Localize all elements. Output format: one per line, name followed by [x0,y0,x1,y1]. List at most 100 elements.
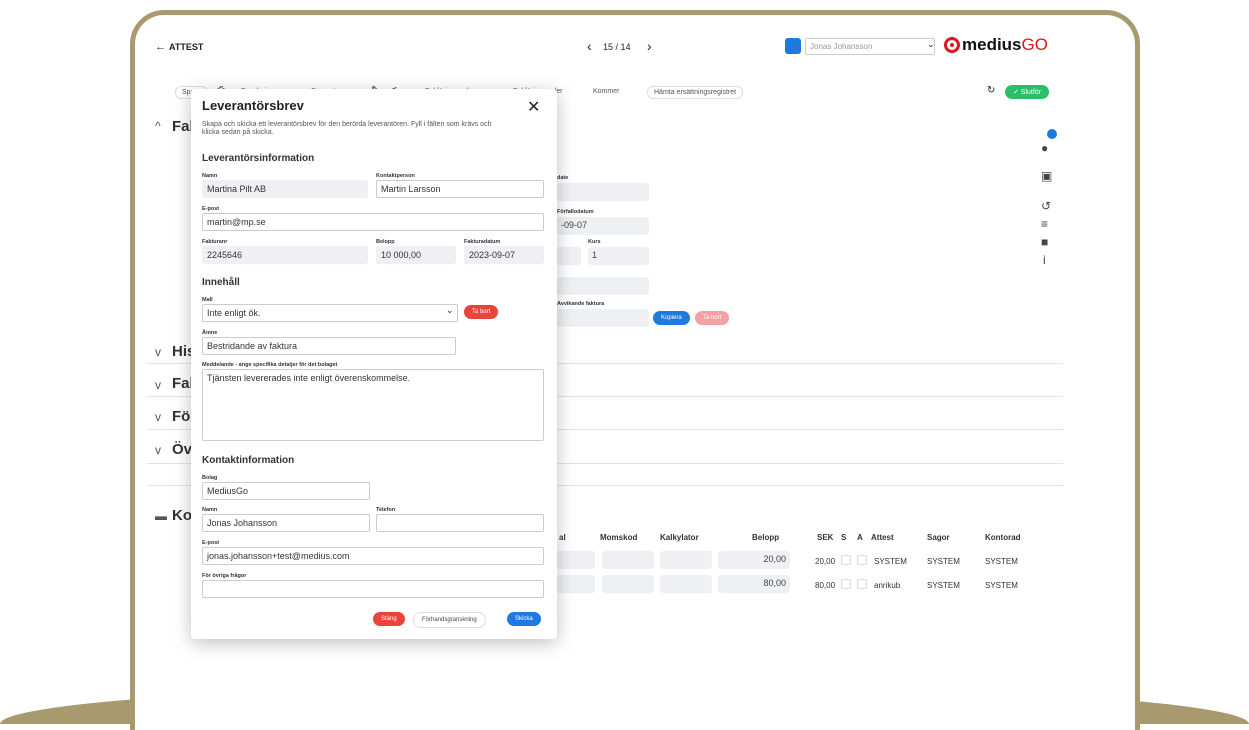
chevron-up-icon[interactable]: ^ [155,119,161,133]
info-icon[interactable]: i [1043,253,1046,267]
cell-kontorad: SYSTEM [985,581,1018,590]
supplier-letter-dialog: Leverantörsbrev ✕ Skapa och skicka ett l… [191,89,557,639]
invoice-number-field: 2245646 [202,246,368,264]
cell[interactable] [602,551,654,569]
next-icon[interactable]: › [647,38,652,54]
contact-section-heading: Kontaktinformation [202,455,295,466]
table-header: Kontorad [985,533,1021,542]
label-contact-email: E-post [202,540,220,546]
cell-amount[interactable]: 80,00 [718,575,790,593]
template-select[interactable]: Inte enligt ök. [202,304,458,322]
table-header: Attest [871,533,894,542]
pager-label: 15 / 14 [603,42,631,52]
chevron-down-icon[interactable]: v [155,378,161,392]
toolbar-comment-button[interactable]: Kommer [587,86,626,97]
preview-button[interactable]: Förhandsgranskning [413,612,486,628]
bg-label-date: date [557,175,569,181]
close-button[interactable]: Stäng [373,612,405,626]
bg-field [557,277,649,295]
checkbox[interactable] [841,579,851,589]
contact-person-input[interactable]: Martin Larsson [376,180,544,198]
subject-input[interactable]: Bestridande av faktura [202,337,456,355]
template-remove-button[interactable]: Ta bort [464,305,499,319]
table-header: SEK [817,533,834,542]
user-select[interactable]: Jonas Johansson [805,38,935,55]
content-section-heading: Innehåll [202,277,240,288]
cell-sek: 80,00 [815,581,836,590]
bg-field [557,247,581,265]
cell[interactable] [660,575,712,593]
questions-input[interactable] [202,580,544,598]
table-header: Momskod [600,533,638,542]
close-icon[interactable]: ✕ [527,97,540,117]
table-header: S [841,533,847,542]
notification-badge [1047,129,1057,139]
cell[interactable] [557,551,595,569]
label-contact-name: Namn [202,507,218,513]
section-other[interactable]: Öv [172,441,192,458]
company-input[interactable]: MediusGo [202,482,370,500]
bg-label-deviating: Avvikande faktura [557,301,605,307]
approve-button[interactable]: ✓ Slutför [1005,85,1050,99]
refresh-icon[interactable]: ↻ [987,85,995,96]
table-header: A [857,533,863,542]
cell[interactable] [660,551,712,569]
chat-icon[interactable]: ● [1041,141,1048,155]
checkbox[interactable] [841,555,851,565]
bg-field-due: -09-07 [557,217,649,235]
cell-sagor: SYSTEM [927,581,960,590]
message-textarea[interactable]: Tjänsten levererades inte enligt överens… [202,369,544,441]
contact-name-input[interactable]: Jonas Johansson [202,514,370,532]
cell-kontorad: SYSTEM [985,557,1018,566]
chevron-down-icon[interactable]: v [155,410,161,424]
prev-icon[interactable]: ‹ [587,38,592,54]
dialog-title: Leverantörsbrev [202,98,304,113]
table-header: Kalkylator [660,533,699,542]
table-header: al [559,533,566,542]
label-name: Namn [202,173,218,179]
chevron-down-icon[interactable]: v [155,345,161,359]
user-icon [785,38,801,54]
list-icon[interactable]: ≡ [1041,217,1048,231]
cell-attest: SYSTEM [874,557,907,566]
label-email: E-post [202,206,220,212]
supplier-email-input[interactable]: martin@mp.se [202,213,544,231]
bg-field-rate: 1 [588,247,649,265]
send-button[interactable]: Skicka [507,612,541,626]
cell-amount[interactable]: 20,00 [718,551,790,569]
document-icon[interactable]: ▣ [1041,169,1052,183]
contact-email-input[interactable]: jonas.johansson+test@medius.com [202,547,544,565]
table-header: Sagor [927,533,950,542]
bg-field [557,183,649,201]
copy-button[interactable]: Kopiera [653,311,690,325]
folder-icon[interactable]: ■ [1041,235,1048,249]
phone-input[interactable] [376,514,544,532]
label-company: Bolag [202,475,218,481]
checkbox[interactable] [857,555,867,565]
supplier-section-heading: Leverantörsinformation [202,153,315,164]
label-invdate: Fakturadatum [464,239,501,245]
user-select-value: Jonas Johansson [810,42,873,51]
chevron-down-icon[interactable]: v [155,443,161,457]
logo-mark-icon [944,37,960,53]
cell[interactable] [557,575,595,593]
label-invno: Fakturanr [202,239,228,245]
label-phone: Telefon [376,507,396,513]
toolbar-fetch-button[interactable]: Hämta ersättningsregistret [647,86,744,99]
amount-field: 10 000,00 [376,246,456,264]
cell-sagor: SYSTEM [927,557,960,566]
history-icon[interactable]: ↺ [1041,199,1051,213]
table-header: Belopp [752,533,780,542]
logo-text: mediusGO [962,35,1048,54]
cell-sek: 20,00 [815,557,836,566]
cell[interactable] [602,575,654,593]
back-icon[interactable]: ← [155,41,166,53]
label-template: Mall [202,297,213,303]
chevron-down-icon: ⌄ [927,39,935,49]
dialog-description: Skapa och skicka ett leverantörsbrev för… [202,121,492,136]
cell-attest: anrikub [874,581,901,590]
bg-field [557,309,649,327]
table-icon: ▬ [155,509,167,523]
checkbox[interactable] [857,579,867,589]
remove-button[interactable]: Ta bort [695,311,730,325]
